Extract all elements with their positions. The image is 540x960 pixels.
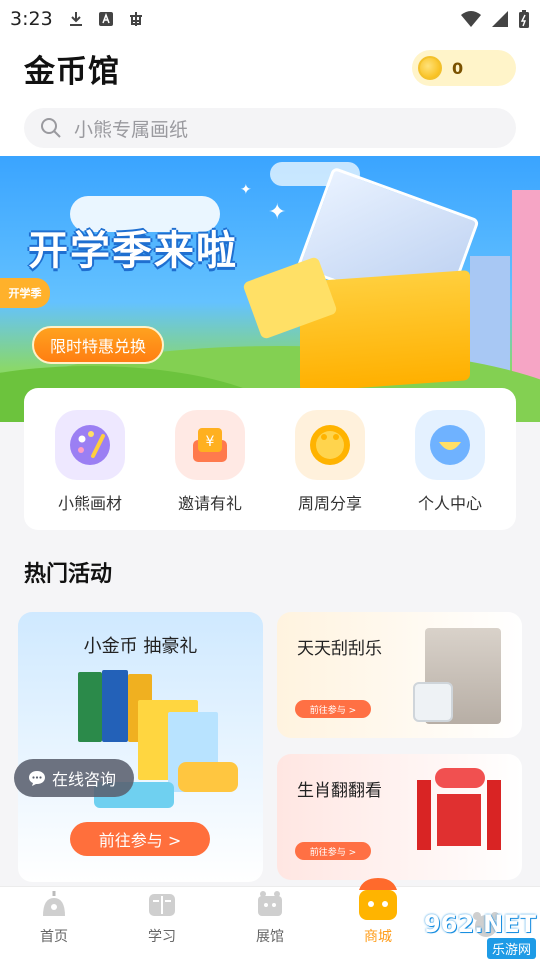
wifi-icon [461,11,481,27]
home-bear-icon [43,891,65,916]
site-watermark: 962.NET 乐游网 [400,909,536,959]
quick-icon-bg [55,410,125,480]
couplet-image [437,794,481,846]
quick-label: 个人中心 [417,494,482,513]
lucky-draw-card[interactable]: 小金币 抽豪礼 前往参与 > [18,612,263,882]
banner-title: 开学季来啦 [28,228,238,274]
kitchen-toy-image [413,682,453,722]
gallery-icon [258,891,282,916]
promo-banner[interactable]: ✦ ✦ 开学季来啦 开学季 限时特惠兑换 [0,156,540,422]
quick-icon-bg [415,410,485,480]
quick-icon-bg: ¥ [175,410,245,480]
scratch-join-button[interactable]: 前往参与 > [295,700,371,718]
coin-count: 0 [452,58,464,78]
watermark-bottom: 乐游网 [486,937,536,959]
gift-coupon-icon: ¥ [193,428,227,462]
online-consult-button[interactable]: 在线咨询 [14,759,134,797]
book-icon [149,894,175,916]
couplet-image [435,768,485,788]
shop-icon [359,878,397,920]
zodiac-card[interactable]: 生肖翻翻看 前往参与 > [277,754,522,880]
quick-item-invite[interactable]: ¥ 邀请有礼 [155,410,265,530]
quick-icon-bg [295,410,365,480]
search-icon [40,117,62,139]
banner-building [512,190,540,380]
battery-icon [519,10,529,28]
search-input[interactable]: 小熊专属画纸 [24,108,516,148]
tab-label: 展馆 [256,929,284,945]
lucky-draw-join-button[interactable]: 前往参与 > [70,822,210,856]
quick-label: 邀请有礼 [177,494,242,513]
toy-image [178,762,238,792]
tab-gallery[interactable]: 展馆 [216,887,324,960]
quick-label: 小熊画材 [57,494,122,513]
user-icon [430,425,470,465]
tab-label: 首页 [40,929,68,945]
zodiac-join-button[interactable]: 前往参与 > [295,842,371,860]
quick-menu: 小熊画材 ¥ 邀请有礼 周周分享 个人中心 [24,388,516,530]
consult-label: 在线咨询 [52,770,117,789]
status-system-icons [460,9,530,29]
signal-icon [492,11,508,27]
status-bar: 3:23 [0,0,540,38]
search-placeholder: 小熊专属画纸 [74,118,189,141]
search-area: 小熊专属画纸 [0,98,540,156]
chat-bubble-icon [29,771,45,786]
quick-label: 周周分享 [297,494,362,513]
sparkle-icon: ✦ [240,182,252,198]
zodiac-title: 生肖翻翻看 [297,781,382,801]
quick-item-weekly-share[interactable]: 周周分享 [275,410,385,530]
bear-coin-icon [310,425,350,465]
status-notification-icons [67,10,145,28]
watermark-top: 962.NET [423,909,536,938]
hot-activities-title: 热门活动 [24,562,113,587]
tab-label: 学习 [148,929,176,945]
coin-balance[interactable]: 0 [412,50,516,86]
page-title: 金币馆 [24,53,120,90]
bug-icon [129,12,142,26]
app-header: 金币馆 0 [0,38,540,98]
scratch-title: 天天刮刮乐 [297,639,382,659]
tab-study[interactable]: 学习 [108,887,216,960]
keyboard-a-icon [98,12,113,26]
lucky-draw-title: 小金币 抽豪礼 [83,636,198,657]
quick-item-profile[interactable]: 个人中心 [395,410,505,530]
couplet-image [487,780,501,850]
couplet-image [417,780,431,850]
download-icon [69,12,82,26]
tab-home[interactable]: 首页 [0,887,108,960]
svg-text:¥: ¥ [206,434,215,450]
quick-item-painting-supplies[interactable]: 小熊画材 [35,410,145,530]
palette-icon [70,425,110,465]
tab-label: 商城 [364,929,392,945]
book-image [102,670,128,742]
limited-offer-button[interactable]: 限时特惠兑换 [32,326,164,364]
status-time: 3:23 [10,8,53,30]
banner-sign: 开学季 [0,278,50,308]
coin-icon [418,56,442,80]
scratch-card[interactable]: 天天刮刮乐 前往参与 > [277,612,522,738]
sparkle-icon: ✦ [268,200,287,225]
banner-building [470,256,510,376]
book-image [78,672,102,742]
